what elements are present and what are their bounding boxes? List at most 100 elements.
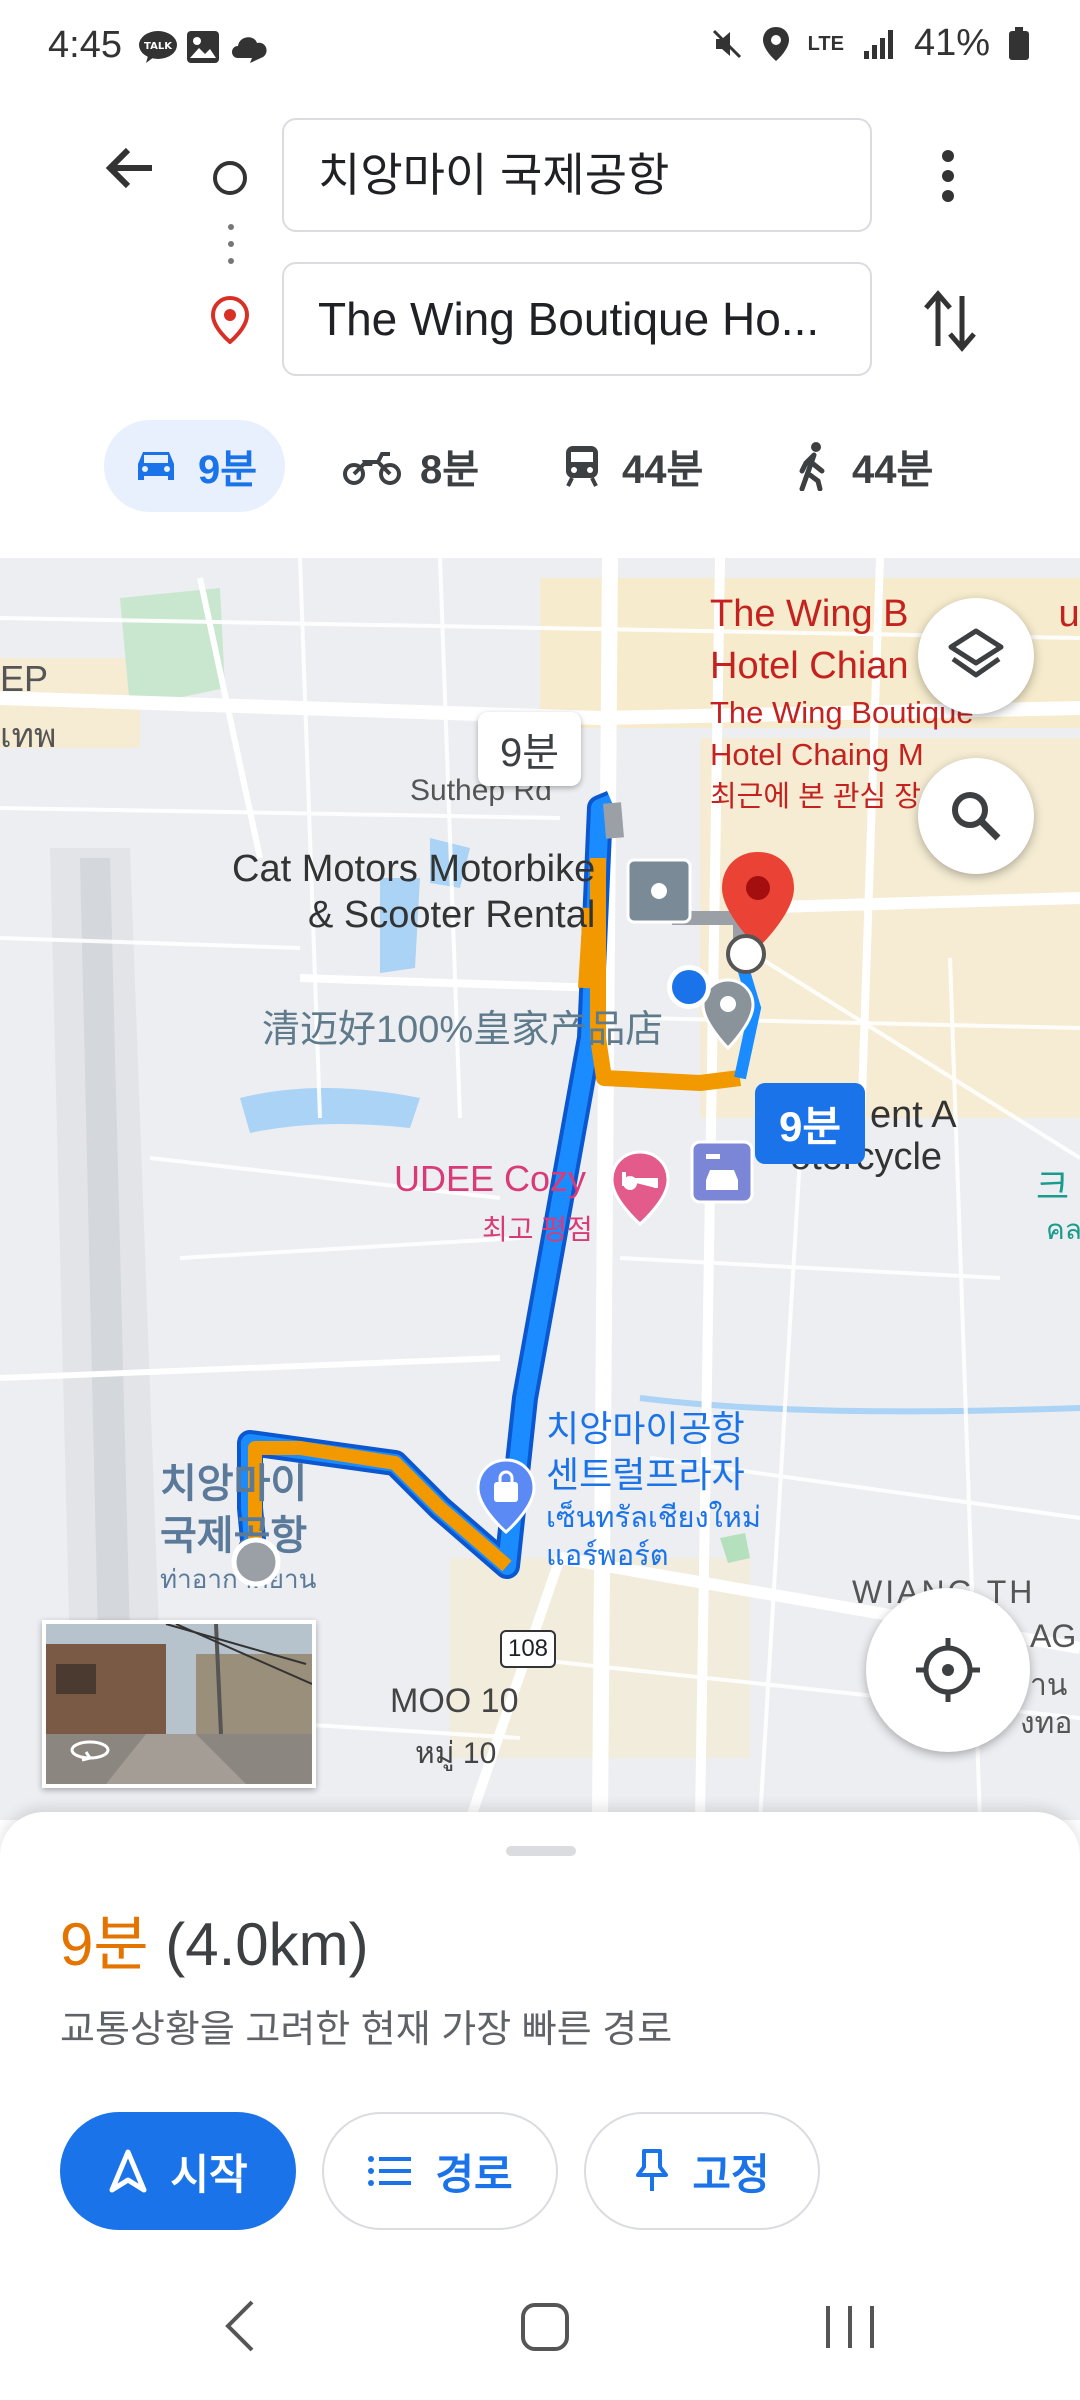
swap-button[interactable]: [920, 288, 980, 359]
recenter-button[interactable]: [866, 1588, 1030, 1752]
status-time: 4:45: [48, 24, 122, 66]
central-line2: 센트럴프라자: [546, 1454, 745, 1495]
rent-line1: ent A: [870, 1094, 957, 1136]
mode-walking[interactable]: 44분: [794, 420, 933, 512]
mute-icon: [712, 29, 741, 58]
layers-icon: [948, 628, 1004, 678]
central-th-line2: แอร์พอร์ต: [546, 1540, 669, 1572]
layers-button[interactable]: [918, 598, 1034, 714]
mode-transit[interactable]: 44분: [560, 420, 703, 512]
mode-motorcycle-label: 8분: [420, 448, 480, 492]
map-label-wiang-th2: งทอ: [1020, 1707, 1073, 1740]
map-label-central: 치앙마이공항 센트럴프라자 เซ็นทรัลเชียงใหม่ แอร์พอร์…: [546, 1406, 761, 1574]
route-description: 교통상황을 고려한 현재 가장 빠른 경로: [60, 2009, 673, 2051]
navigation-arrow-icon: [109, 2149, 147, 2193]
destination-field[interactable]: The Wing Boutique Ho...: [282, 262, 872, 376]
origin-marker: [230, 1536, 282, 1593]
street-view-thumbnail[interactable]: [42, 1620, 316, 1788]
origin-circle-icon: [210, 158, 250, 203]
nav-recents-button[interactable]: [822, 2302, 878, 2357]
map-label-moo10-th: หมู่ 10: [415, 1737, 497, 1770]
nav-recents-icon: [826, 2306, 874, 2348]
map-search-button[interactable]: [918, 758, 1034, 874]
origin-field[interactable]: 치앙마이 국제공항: [282, 118, 872, 232]
road-shield: 108: [500, 1630, 556, 1668]
mode-driving[interactable]: 9분: [104, 420, 286, 512]
car-rental-icon: [690, 1140, 754, 1204]
talk-icon: TALK: [138, 28, 178, 66]
map-view[interactable]: 108 EP เทพ Suthep Rd Cat Motors Motorbik…: [0, 558, 1080, 1820]
cat-motors-line2: & Scooter Rental: [308, 894, 596, 936]
map-label-udee-sub: 최고 평점: [482, 1214, 593, 1245]
back-button[interactable]: [100, 138, 160, 203]
car-rental-marker[interactable]: [690, 1140, 754, 1209]
destination-pin-icon: [210, 295, 250, 349]
walk-icon: [799, 442, 825, 491]
mode-motorcycle[interactable]: 8분: [342, 420, 479, 512]
parking-marker[interactable]: [626, 858, 692, 929]
network-type: LTE: [807, 32, 844, 55]
destination-circle: [724, 932, 768, 981]
alt-route-time-bubble[interactable]: 9분: [478, 712, 582, 786]
start-label: 시작: [170, 2150, 248, 2198]
map-label-chinese-shop: 清迈好100%皇家产品店: [262, 1009, 664, 1051]
map-label-moo10: MOO 10: [390, 1682, 519, 1720]
back-arrow-icon: [105, 147, 152, 189]
rotate-360-icon: [70, 1740, 110, 1762]
nav-home-button[interactable]: [520, 2302, 570, 2357]
map-label-cat-motors: Cat Motors Motorbike & Scooter Rental: [208, 846, 595, 938]
mode-transit-label: 44분: [622, 448, 704, 492]
steps-label: 경로: [435, 2150, 513, 2198]
route-time-bubble[interactable]: 9분: [755, 1083, 865, 1164]
map-label-wiang2: AG: [1030, 1618, 1077, 1654]
nav-back-icon: [225, 2300, 254, 2352]
my-location-icon: [916, 1638, 980, 1702]
hotel-sub-line1: The Wing Boutique: [710, 695, 974, 730]
pin-button[interactable]: 고정: [584, 2112, 820, 2230]
transit-icon: [566, 446, 598, 487]
route-distance: (4.0km): [165, 1911, 369, 1978]
swap-icon: [924, 290, 976, 352]
map-label-rent: ent A: [870, 1090, 957, 1140]
status-right: LTE 41%: [710, 22, 1030, 65]
route-duration: 9분: [60, 1911, 149, 1978]
search-icon: [952, 792, 1001, 841]
map-label-right-edge1: 크: [1036, 1166, 1070, 1207]
central-th-line1: เซ็นทรัลเชียงใหม่: [546, 1502, 762, 1534]
nav-home-icon: [521, 2303, 569, 2351]
location-icon: [762, 26, 789, 61]
my-location-dot: [664, 962, 714, 1017]
cat-motors-line1: Cat Motors Motorbike: [232, 848, 596, 890]
status-bar: 4:45 TALK LTE 41%: [0, 0, 1080, 100]
hotel-name-line1: The Wing B: [710, 593, 909, 635]
shopping-marker[interactable]: [474, 1458, 538, 1539]
map-label-right-edge2: คล: [1046, 1214, 1080, 1245]
pin-label: 고정: [692, 2150, 770, 2198]
battery-percent: 41%: [913, 22, 990, 64]
map-label-thai-edge: เทพ: [0, 717, 57, 755]
more-vert-icon: [942, 150, 954, 202]
airport-line1: 치앙마이: [160, 1462, 308, 1506]
sheet-drag-handle[interactable]: [506, 1846, 576, 1856]
mode-walking-label: 44분: [852, 448, 934, 492]
mode-driving-label: 9분: [198, 448, 258, 492]
hotel-pin-icon: [610, 1150, 670, 1226]
udee-marker[interactable]: [608, 1150, 672, 1231]
more-options-button[interactable]: [928, 146, 968, 211]
start-navigation-button[interactable]: 시작: [60, 2112, 296, 2230]
map-label-udee: UDEE Cozy: [394, 1158, 587, 1199]
pin-icon: [636, 2149, 669, 2191]
hotel-sub-line2: Hotel Chaing M: [710, 737, 924, 772]
steps-button[interactable]: 경로: [322, 2112, 558, 2230]
signal-icon: [863, 29, 893, 59]
shopping-bag-icon: [476, 1458, 536, 1534]
route-dots: [226, 222, 236, 277]
central-line1: 치앙마이공항: [546, 1408, 745, 1449]
map-label-ep: EP: [0, 658, 49, 699]
cloud-icon: [230, 28, 270, 66]
nav-back-button[interactable]: [220, 2298, 260, 2359]
gallery-icon: [186, 28, 220, 66]
list-icon: [368, 2156, 412, 2186]
svg-text:TALK: TALK: [144, 41, 173, 52]
motorcycle-icon: [343, 452, 401, 485]
